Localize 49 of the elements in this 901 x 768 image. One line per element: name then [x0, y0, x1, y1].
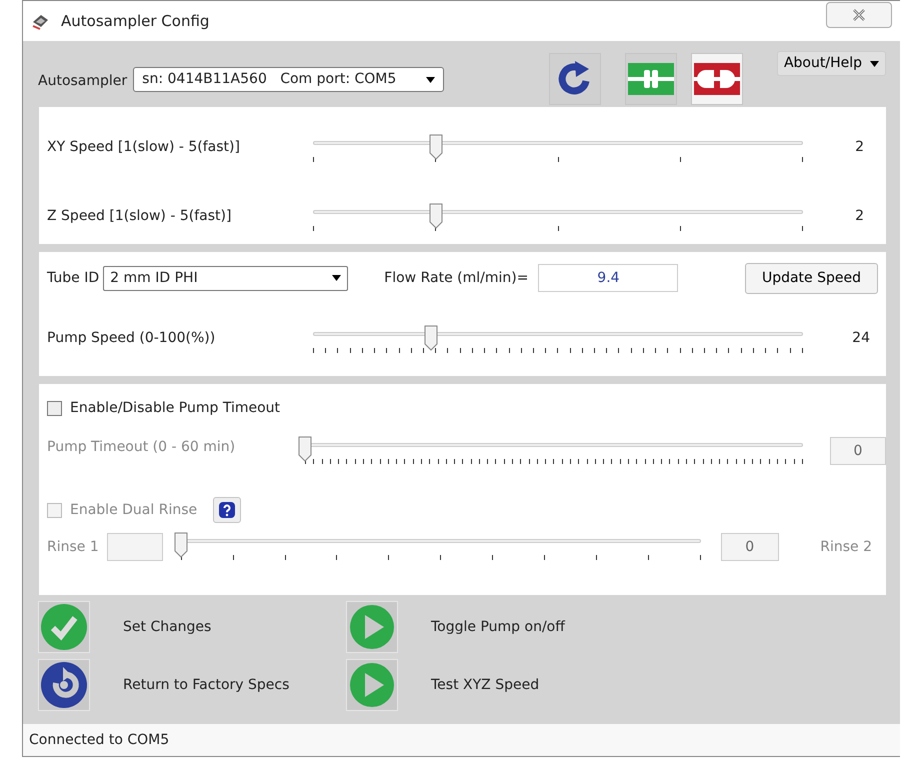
caret-icon — [870, 60, 879, 66]
flow-rate-field[interactable]: 9.4 — [538, 264, 678, 292]
action-label: Set Changes — [123, 618, 212, 636]
status-text: Connected to COM5 — [23, 724, 900, 756]
app-icon — [31, 12, 51, 30]
play-icon — [348, 603, 396, 651]
device-dropdown[interactable]: sn: 0414B11A560 Com port: COM5 — [133, 67, 444, 92]
slider-value: 2 — [854, 207, 865, 226]
autosampler-label: Autosampler — [38, 72, 128, 91]
action-label: Test XYZ Speed — [431, 676, 540, 694]
flow-rate-label: Flow Rate (ml/min)= — [384, 268, 528, 288]
slider-label: Z Speed [1(slow) - 5(fast)] — [47, 207, 232, 226]
caret-icon — [426, 76, 436, 82]
update-speed-button[interactable]: Update Speed — [744, 262, 878, 294]
slider-value: 24 — [851, 329, 871, 348]
slider-value: 2 — [854, 138, 865, 157]
action-button[interactable] — [38, 659, 90, 711]
plug-icon — [628, 63, 674, 95]
action-label: Return to Factory Specs — [123, 676, 290, 694]
action-label: Toggle Pump on/off — [431, 618, 565, 636]
tube-label: Tube ID — [47, 268, 100, 288]
about-help-menu[interactable]: About/Help — [776, 51, 886, 76]
caret-icon — [332, 275, 342, 281]
tube-dropdown[interactable]: 2 mm ID PHI — [103, 266, 348, 290]
disconnect-button[interactable] — [690, 53, 743, 105]
connect-button[interactable] — [624, 53, 677, 105]
slider-label: XY Speed [1(slow) - 5(fast)] — [47, 138, 241, 157]
slider-thumb[interactable] — [428, 203, 442, 229]
play-icon — [348, 661, 396, 709]
tube-value: 2 mm ID PHI — [110, 268, 198, 288]
reset-icon — [40, 661, 88, 709]
device-value: sn: 0414B11A560 Com port: COM5 — [142, 70, 396, 89]
close-icon — [852, 9, 866, 21]
slider-thumb[interactable] — [424, 325, 438, 351]
slider-label: Pump Timeout (0 - 60 min) — [47, 438, 236, 457]
help-button[interactable] — [213, 497, 242, 523]
rinse-label: Rinse 2 — [820, 538, 873, 557]
rinse-field — [106, 533, 163, 561]
close-button[interactable] — [826, 2, 892, 28]
refresh-button[interactable] — [548, 53, 601, 105]
help-icon — [218, 501, 236, 519]
unplug-icon — [694, 63, 740, 95]
check-icon — [40, 603, 88, 651]
rinse-field: 0 — [720, 533, 779, 561]
rinse-label: Rinse 1 — [47, 538, 99, 557]
slider-label: Pump Speed (0-100(%)) — [47, 329, 216, 348]
timeout-field: 0 — [830, 437, 886, 465]
slider-thumb[interactable] — [428, 134, 442, 160]
window-title: Autosampler Config — [61, 10, 210, 32]
